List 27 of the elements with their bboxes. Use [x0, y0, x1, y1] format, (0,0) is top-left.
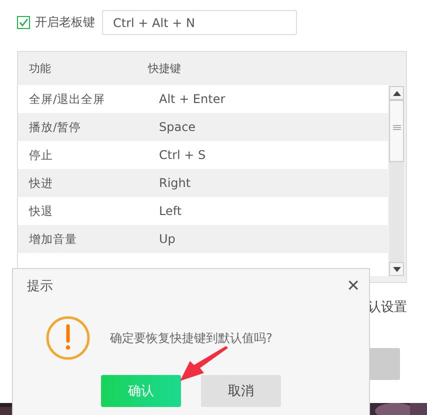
shortcut-cell: Space [159, 120, 196, 134]
scroll-thumb[interactable] [389, 100, 404, 162]
checkbox-label: 开启老板键 [35, 14, 95, 31]
dialog-message: 确定要恢复快捷键到默认值吗? [110, 330, 272, 346]
shortcut-cell: Up [159, 232, 176, 246]
function-cell-text: 停止 [29, 148, 54, 162]
shortcut-cell: Alt + Enter [159, 92, 226, 106]
warning-icon [45, 315, 91, 361]
annotation-arrow [178, 346, 228, 382]
column-header: 快捷键 [148, 61, 181, 76]
function-cell-text: 播放/暂停 [29, 120, 82, 134]
scroll-up-icon[interactable] [389, 86, 404, 100]
shortcut-cell: Ctrl + S [159, 148, 206, 162]
scrollbar[interactable] [389, 86, 404, 276]
function-cell-text: 快退 [29, 204, 54, 218]
function-cell-text: 全屏/退出全屏 [29, 92, 106, 106]
checkbox[interactable] [17, 16, 30, 29]
close-button[interactable]: ✕ [346, 276, 360, 295]
scroll-down-icon[interactable] [389, 262, 404, 276]
function-cell-text: 增加音量 [29, 232, 78, 246]
shortcut-field[interactable]: Ctrl + Alt + N [102, 10, 297, 35]
column-header: 功能 [29, 61, 52, 76]
dialog-title: 提示 [27, 278, 53, 294]
function-cell-text: 快进 [29, 176, 54, 190]
shortcut-cell: Left [159, 204, 182, 218]
cancel-button[interactable]: 取消 [201, 375, 281, 407]
shortcut-cell: Right [159, 176, 191, 190]
